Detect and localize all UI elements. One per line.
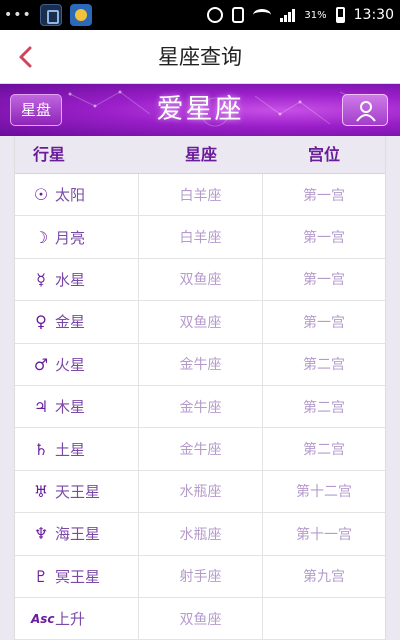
sign-cell: 射手座 <box>139 555 263 597</box>
sign-cell: 双鱼座 <box>139 301 263 343</box>
planet-name: 海王星 <box>55 525 101 544</box>
table-row[interactable]: ♂ 火星 金牛座 第二宫 <box>15 343 385 386</box>
page-title: 星座查询 <box>158 45 242 69</box>
sign-cell: 白羊座 <box>139 174 263 216</box>
sign-cell: 金牛座 <box>139 343 263 385</box>
house-cell: 第一宫 <box>303 272 345 289</box>
star-chart-button[interactable]: 星盘 <box>10 94 62 126</box>
house-cell <box>263 598 385 639</box>
sign-cell: 金牛座 <box>139 385 263 428</box>
house-cell: 第一宫 <box>303 187 345 204</box>
house-cell: 第一宫 <box>303 314 345 331</box>
brand-logo: 爱星座 <box>156 94 244 125</box>
user-button[interactable] <box>342 94 388 126</box>
pluto-icon: ♇ <box>33 566 49 586</box>
clock: 13:30 <box>353 7 394 23</box>
app-icon-2 <box>69 4 92 26</box>
status-bar: ••• 31% 13:30 <box>0 0 400 30</box>
sign-cell: 水瓶座 <box>139 513 263 555</box>
planet-name: 天王星 <box>55 482 101 501</box>
planet-name: 土星 <box>55 440 86 459</box>
planet-name: 木星 <box>55 398 86 417</box>
planet-table: 行星 星座 宫位 ☉ 太阳 白羊座 第一宫 ☽ 月亮 白羊座 第一宫 ☿ 水星 双鱼座… <box>14 136 386 640</box>
house-cell: 第二宫 <box>303 357 345 374</box>
title-bar: 星座查询 <box>0 30 400 84</box>
moon-icon: ☽ <box>33 227 49 247</box>
wifi-icon <box>253 9 272 21</box>
jupiter-icon: ♃ <box>33 397 49 417</box>
sign-cell: 白羊座 <box>139 216 263 258</box>
mercury-icon: ☿ <box>36 269 46 289</box>
house-cell: 第二宫 <box>303 442 345 459</box>
ascendant-icon: Asc <box>31 611 55 626</box>
house-cell: 第十二宫 <box>296 484 352 501</box>
notification-dots: ••• <box>4 7 32 23</box>
table-row[interactable]: ☽ 月亮 白羊座 第一宫 <box>15 216 385 259</box>
table-row[interactable]: Asc 上升 双鱼座 <box>15 597 385 640</box>
table-row[interactable]: ♀ 金星 双鱼座 第一宫 <box>15 301 385 344</box>
phone-icon <box>232 7 245 23</box>
column-header-sign: 星座 <box>184 145 217 164</box>
planet-name: 水星 <box>55 270 86 289</box>
table-header: 行星 星座 宫位 <box>15 136 385 174</box>
table-row[interactable]: ♃ 木星 金牛座 第二宫 <box>15 385 385 429</box>
user-icon <box>356 101 376 122</box>
uranus-icon: ♅ <box>33 481 49 501</box>
planet-name: 太阳 <box>55 186 86 205</box>
house-cell: 第二宫 <box>303 399 345 416</box>
column-header-house: 宫位 <box>307 145 340 164</box>
house-cell: 第九宫 <box>303 569 345 586</box>
sign-cell: 双鱼座 <box>139 597 263 640</box>
table-row[interactable]: ♅ 天王星 水瓶座 第十二宫 <box>15 470 385 514</box>
battery-percent: 31% <box>304 9 327 21</box>
neptune-icon: ♆ <box>33 524 49 544</box>
saturn-icon: ♄ <box>33 439 49 459</box>
sign-cell: 金牛座 <box>139 428 263 470</box>
house-cell: 第一宫 <box>303 230 345 247</box>
column-header-planet: 行星 <box>33 145 66 164</box>
app-icon-1 <box>39 4 62 26</box>
planet-name: 月亮 <box>55 228 86 247</box>
table-row[interactable]: ♇ 冥王星 射手座 第九宫 <box>15 555 385 598</box>
planet-name: 上升 <box>55 610 86 629</box>
table-row[interactable]: ☉ 太阳 白羊座 第一宫 <box>15 174 385 217</box>
table-row[interactable]: ☿ 水星 双鱼座 第一宫 <box>15 258 385 302</box>
mars-icon: ♂ <box>33 354 49 374</box>
sign-cell: 双鱼座 <box>139 258 263 301</box>
sun-icon: ☉ <box>33 185 49 205</box>
signal-icon <box>280 8 296 22</box>
planet-name: 火星 <box>55 355 86 374</box>
planet-name: 金星 <box>55 313 86 332</box>
alarm-icon <box>207 7 224 23</box>
house-cell: 第十一宫 <box>296 526 352 543</box>
table-row[interactable]: ♆ 海王星 水瓶座 第十一宫 <box>15 513 385 556</box>
venus-icon: ♀ <box>35 312 47 332</box>
table-row[interactable]: ♄ 土星 金牛座 第二宫 <box>15 428 385 471</box>
battery-icon <box>335 7 345 23</box>
planet-name: 冥王星 <box>55 567 101 586</box>
sign-cell: 水瓶座 <box>139 470 263 513</box>
